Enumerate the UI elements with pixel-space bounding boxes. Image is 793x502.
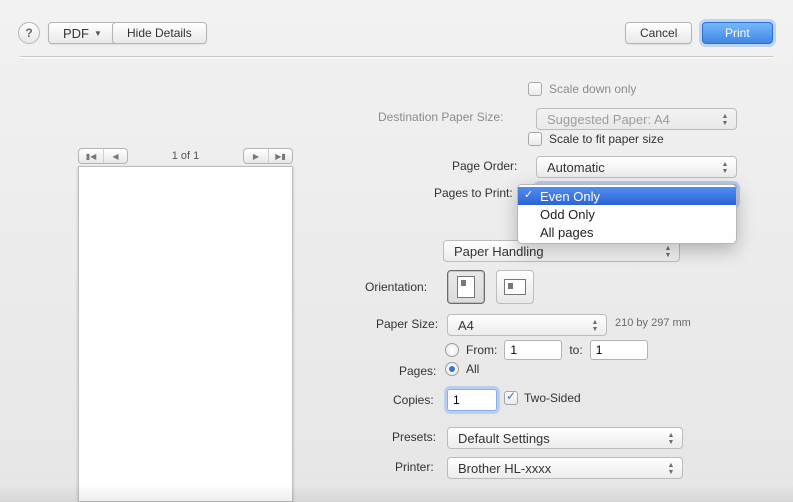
updown-arrows-icon: ▲▼: [664, 431, 678, 447]
print-section-value: Paper Handling: [454, 244, 544, 259]
updown-arrows-icon: ▲▼: [588, 318, 602, 334]
destination-paper-size-value: Suggested Paper: A4: [547, 112, 670, 127]
printer-value: Brother HL-xxxx: [458, 461, 551, 476]
presets-popup[interactable]: Default Settings ▲▼: [447, 427, 683, 449]
preview-first-prev-buttons[interactable]: ▮◀ ◀: [78, 148, 128, 164]
presets-label: Presets:: [392, 430, 436, 444]
check-icon: ✓: [524, 188, 533, 201]
hide-details-button[interactable]: Hide Details: [112, 22, 207, 44]
paper-size-value: A4: [458, 318, 474, 333]
pages-all-label: All: [466, 362, 479, 376]
printer-label: Printer:: [395, 460, 434, 474]
pages-to-label: to:: [569, 343, 582, 357]
paper-dimensions: 210 by 297 mm: [615, 317, 691, 329]
preview-page-counter: 1 of 1: [172, 150, 200, 162]
updown-arrows-icon: ▲▼: [661, 244, 675, 260]
menu-item-label: Odd Only: [540, 207, 595, 222]
first-page-icon[interactable]: ▮◀: [79, 149, 103, 163]
menu-item-odd-only[interactable]: Odd Only: [518, 205, 736, 223]
scale-down-only-checkbox[interactable]: [528, 82, 542, 96]
pages-from-radio[interactable]: [445, 343, 459, 357]
scale-to-fit-checkbox[interactable]: [528, 132, 542, 146]
paper-size-popup[interactable]: A4 ▲▼: [447, 314, 607, 336]
page-order-popup[interactable]: Automatic ▲▼: [536, 156, 737, 178]
destination-paper-size-popup: Suggested Paper: A4 ▲▼: [536, 108, 737, 130]
menu-item-all-pages[interactable]: All pages: [518, 223, 736, 241]
pdf-menu-button[interactable]: PDF ▼: [48, 22, 117, 44]
cancel-button[interactable]: Cancel: [625, 22, 692, 44]
scale-down-only-label: Scale down only: [549, 82, 636, 96]
preview-next-last-buttons[interactable]: ▶ ▶▮: [243, 148, 293, 164]
portrait-icon: [457, 276, 475, 298]
decorative-shadow: [0, 484, 793, 502]
pages-to-print-menu: ✓ Even Only Odd Only All pages: [517, 184, 737, 244]
print-preview: [78, 166, 293, 502]
pages-to-input[interactable]: [590, 340, 648, 360]
paper-size-label: Paper Size:: [376, 317, 438, 331]
orientation-landscape-button[interactable]: [496, 270, 534, 304]
pdf-label: PDF: [63, 26, 89, 41]
help-button[interactable]: ?: [18, 22, 40, 44]
menu-item-label: All pages: [540, 225, 593, 240]
presets-value: Default Settings: [458, 431, 550, 446]
updown-arrows-icon: ▲▼: [718, 160, 732, 176]
pages-from-input[interactable]: [504, 340, 562, 360]
pages-label: Pages:: [399, 364, 436, 378]
orientation-portrait-button[interactable]: [447, 270, 485, 304]
pages-from-label: From:: [466, 343, 497, 357]
orientation-label: Orientation:: [365, 280, 427, 294]
page-order-label: Page Order:: [452, 159, 517, 173]
destination-paper-size-label: Destination Paper Size:: [378, 110, 503, 124]
two-sided-label: Two-Sided: [524, 391, 581, 405]
scale-to-fit-label: Scale to fit paper size: [549, 132, 664, 146]
print-button[interactable]: Print: [702, 22, 773, 44]
menu-item-label: Even Only: [540, 189, 600, 204]
pages-to-print-label: Pages to Print:: [434, 186, 513, 200]
caret-down-icon: ▼: [94, 29, 102, 38]
last-page-icon[interactable]: ▶▮: [268, 149, 292, 163]
updown-arrows-icon: ▲▼: [664, 461, 678, 477]
updown-arrows-icon: ▲▼: [718, 112, 732, 128]
two-sided-checkbox[interactable]: [504, 391, 518, 405]
next-page-icon[interactable]: ▶: [244, 149, 268, 163]
prev-page-icon[interactable]: ◀: [103, 149, 127, 163]
landscape-icon: [504, 279, 526, 295]
page-order-value: Automatic: [547, 160, 605, 175]
pages-all-radio[interactable]: [445, 362, 459, 376]
menu-item-even-only[interactable]: ✓ Even Only: [518, 187, 736, 205]
separator: [20, 56, 773, 57]
copies-input[interactable]: [447, 389, 497, 411]
printer-popup[interactable]: Brother HL-xxxx ▲▼: [447, 457, 683, 479]
copies-label: Copies:: [393, 393, 434, 407]
